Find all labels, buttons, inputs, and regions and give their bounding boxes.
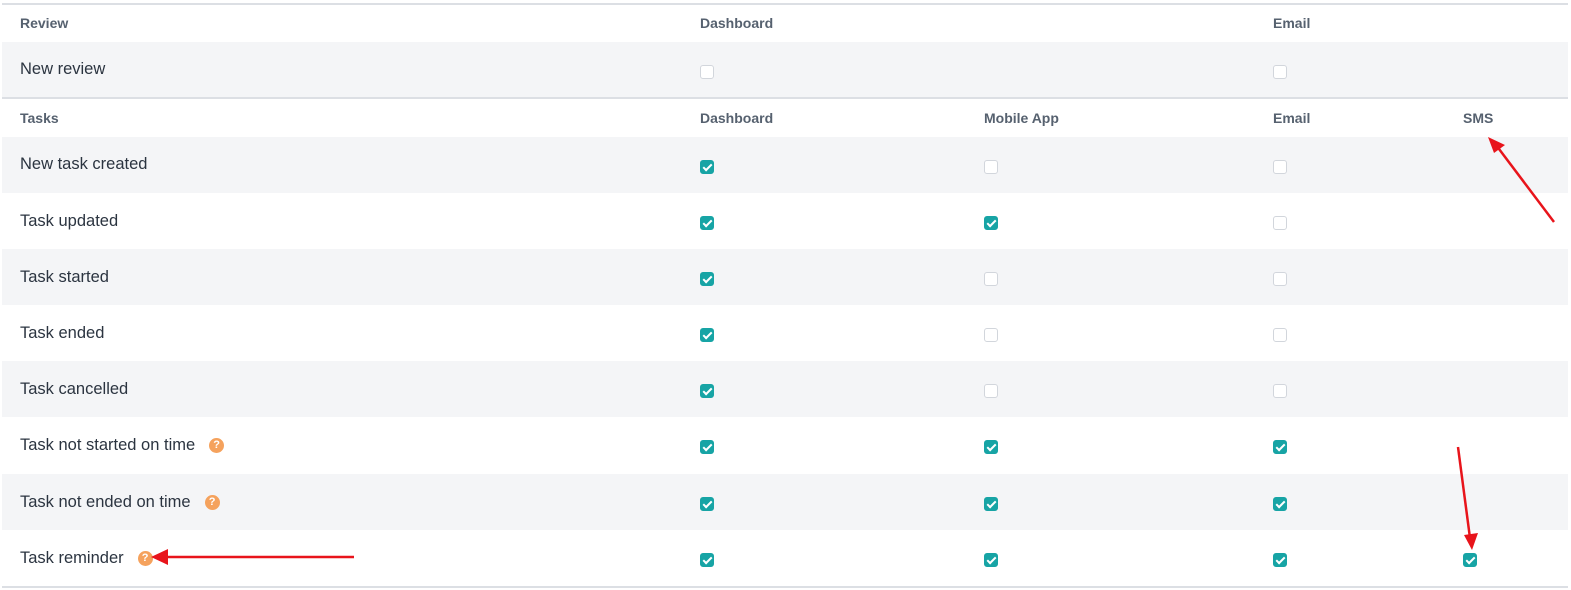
row-label: Task updated [20,212,119,230]
dashboard-checkbox[interactable] [700,272,714,286]
dashboard-checkbox[interactable] [700,384,714,398]
review-email-checkbox[interactable] [1273,65,1287,79]
row-label-with-help: Task reminder? [20,549,153,568]
table-row: Task cancelled [2,361,1568,417]
table-row: Task not ended on time? [2,474,1568,530]
tasks-header-row: Tasks Dashboard Mobile App Email SMS [2,99,1568,137]
tasks-section-title: Tasks [20,110,59,126]
review-col-email: Email [1273,15,1311,31]
mobile-app-checkbox[interactable] [984,553,998,567]
review-col-dashboard: Dashboard [700,15,774,31]
tasks-col-email: Email [1273,110,1311,126]
tasks-col-sms: SMS [1463,110,1494,126]
row-label: Task reminder [20,549,124,568]
email-checkbox[interactable] [1273,272,1287,286]
mobile-app-checkbox[interactable] [984,272,998,286]
table-row: Task ended [2,305,1568,361]
dashboard-checkbox[interactable] [700,497,714,511]
help-icon[interactable]: ? [137,551,153,567]
mobile-app-checkbox[interactable] [984,440,998,454]
table-row: New task created [2,137,1568,193]
dashboard-checkbox[interactable] [700,553,714,567]
row-label: New review [20,60,106,78]
dashboard-checkbox[interactable] [700,160,714,174]
email-checkbox[interactable] [1273,216,1287,230]
dashboard-checkbox[interactable] [700,328,714,342]
email-checkbox[interactable] [1273,328,1287,342]
mobile-app-checkbox[interactable] [984,497,998,511]
tasks-col-mobile-app: Mobile App [984,110,1059,126]
review-section-title: Review [20,15,69,31]
sms-checkbox[interactable] [1463,553,1477,567]
tasks-col-dashboard: Dashboard [700,110,774,126]
email-checkbox[interactable] [1273,497,1287,511]
mobile-app-checkbox[interactable] [984,328,998,342]
row-label: Task ended [20,324,105,342]
mobile-app-checkbox[interactable] [984,384,998,398]
table-row: Task updated [2,193,1568,249]
notification-settings-table: Review Dashboard Email New review Tasks … [2,0,1568,590]
review-dashboard-checkbox[interactable] [700,65,714,79]
row-label-with-help: Task not ended on time? [20,493,220,512]
mobile-app-checkbox[interactable] [984,216,998,230]
email-checkbox[interactable] [1273,160,1287,174]
help-icon[interactable]: ? [204,495,220,511]
row-label: New task created [20,155,148,173]
review-header-row: Review Dashboard Email [2,5,1568,42]
row-label: Task not ended on time [20,493,191,512]
email-checkbox[interactable] [1273,384,1287,398]
email-checkbox[interactable] [1273,440,1287,454]
table-row: New review [2,42,1568,98]
dashboard-checkbox[interactable] [700,216,714,230]
row-label: Task started [20,268,109,286]
email-checkbox[interactable] [1273,553,1287,567]
table-row: Task not started on time? [2,417,1568,474]
table-row: Task reminder? [2,530,1568,586]
dashboard-checkbox[interactable] [700,440,714,454]
help-icon[interactable]: ? [209,438,225,454]
mobile-app-checkbox[interactable] [984,160,998,174]
row-label: Task cancelled [20,380,129,398]
row-label: Task not started on time [20,436,196,455]
table-row: Task started [2,249,1568,305]
row-label-with-help: Task not started on time? [20,436,225,455]
table-bottom-border [2,586,1568,588]
